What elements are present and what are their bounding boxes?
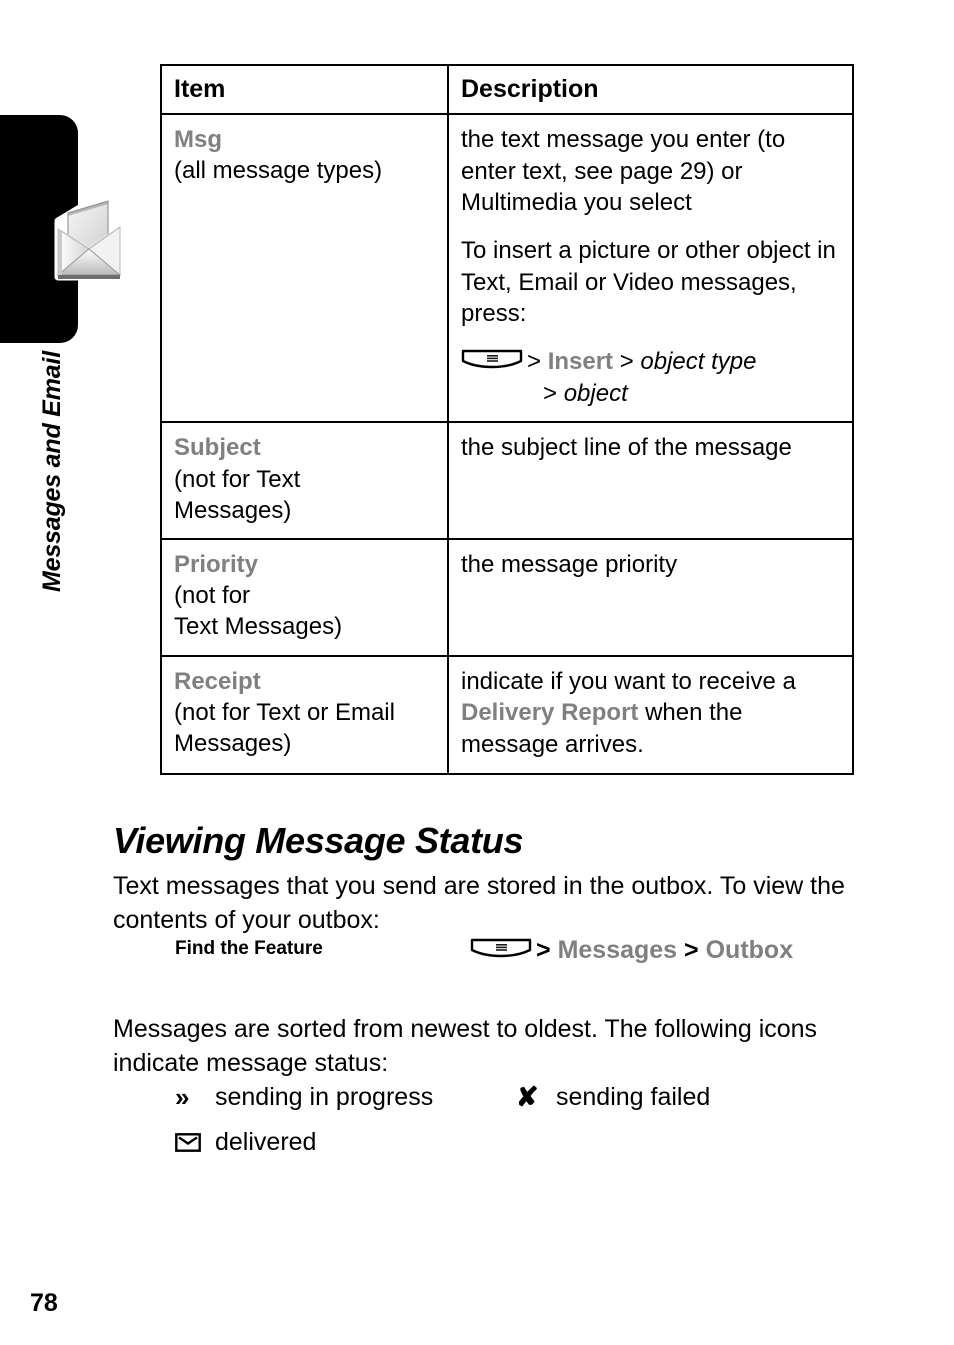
field-qualifier-cont: Text Messages) [174,613,343,641]
table-row: Msg (all message types) the text message… [160,112,854,424]
path-item-object: object [563,379,628,407]
legend-row: » sending in progress ✘ sending failed [113,1084,861,1130]
field-qualifier: (not for Text or Email [174,698,395,726]
path-separator: > [543,379,558,407]
table-row: Receipt (not for Text or Email Messages)… [160,654,854,775]
path-separator: > [527,348,542,376]
navigation-path-line: > object [543,378,840,410]
table-header-row: Item Description [160,64,854,115]
section-heading: Viewing Message Status [113,819,524,861]
cell-description-msg: the text message you enter (to enter tex… [447,112,854,424]
cell-item-receipt: Receipt (not for Text or Email Messages) [160,654,449,775]
field-qualifier-cont: Messages) [174,496,292,524]
cell-item-msg: Msg (all message types) [160,112,449,424]
description-paragraph: the message priority [461,550,678,578]
column-header-item: Item [160,64,449,115]
field-term: Receipt [174,667,261,695]
find-the-feature-label: Find the Feature [175,938,323,959]
page-content: Item Description Msg (all message types)… [107,0,877,1345]
legend-item: ✘ sending failed [516,1084,710,1111]
path-separator: > [684,936,699,964]
legend-item: delivered [175,1130,316,1155]
menu-key-icon [470,938,532,960]
description-paragraph: the text message you enter (to enter tex… [461,126,786,217]
legend-row: delivered [113,1130,861,1176]
path-separator: > [536,936,551,964]
page-number: 78 [30,1289,58,1317]
description-paragraph: indicate if you want to receive a Delive… [461,666,840,761]
cell-description-receipt: indicate if you want to receive a Delive… [447,654,854,775]
legend-label: delivered [215,1128,317,1156]
field-term: Msg [174,126,222,153]
sorted-paragraph: Messages are sorted from newest to oldes… [113,1015,818,1077]
path-item-messages: Messages [557,936,678,964]
description-paragraph: the subject line of the message [461,434,792,462]
field-term: Subject [174,434,261,462]
envelope-icon [175,1133,215,1152]
cell-description-priority: the message priority [447,537,854,657]
field-qualifier-cont: Messages) [174,729,292,757]
intro-paragraph: Text messages that you send are stored i… [113,872,845,934]
path-item-outbox: Outbox [705,936,794,964]
legend-item: » sending in progress [175,1084,433,1110]
cell-item-subject: Subject (not for Text Messages) [160,421,449,540]
field-qualifier: (not for [174,582,251,610]
double-chevron-right-icon: » [175,1084,215,1110]
path-item-insert: Insert [547,348,614,376]
description-paragraph: To insert a picture or other object in T… [461,237,836,328]
table-row: Priority (not for Text Messages) the mes… [160,537,854,657]
table-row: Subject (not for Text Messages) the subj… [160,421,854,540]
find-the-feature-row: Find the Feature > Messages > Outbox [113,936,861,976]
path-item-object-type: object type [640,348,757,376]
find-the-feature-path: > Messages > Outbox [470,936,793,965]
status-icon-legend: » sending in progress ✘ sending failed d… [113,1084,861,1176]
chevron-glyph: » [175,1082,190,1112]
x-glyph: ✘ [516,1082,539,1112]
chapter-title: Messages and Email [38,351,66,592]
navigation-path-line: > Insert > object type [461,346,840,378]
menu-key-icon [461,348,523,370]
description-text: indicate if you want to receive a [461,667,796,695]
legend-label: sending failed [556,1083,711,1111]
column-header-description: Description [447,64,854,115]
legend-label: sending in progress [215,1082,434,1111]
cell-item-priority: Priority (not for Text Messages) [160,537,449,657]
delivery-report-term: Delivery Report [461,699,639,727]
cell-description-subject: the subject line of the message [447,421,854,540]
path-separator: > [619,348,634,376]
message-fields-table: Item Description Msg (all message types)… [160,64,854,775]
x-mark-icon: ✘ [516,1084,556,1111]
field-qualifier: (not for Text [174,465,301,493]
field-term: Priority [174,550,259,578]
field-qualifier: (all message types) [174,157,383,185]
